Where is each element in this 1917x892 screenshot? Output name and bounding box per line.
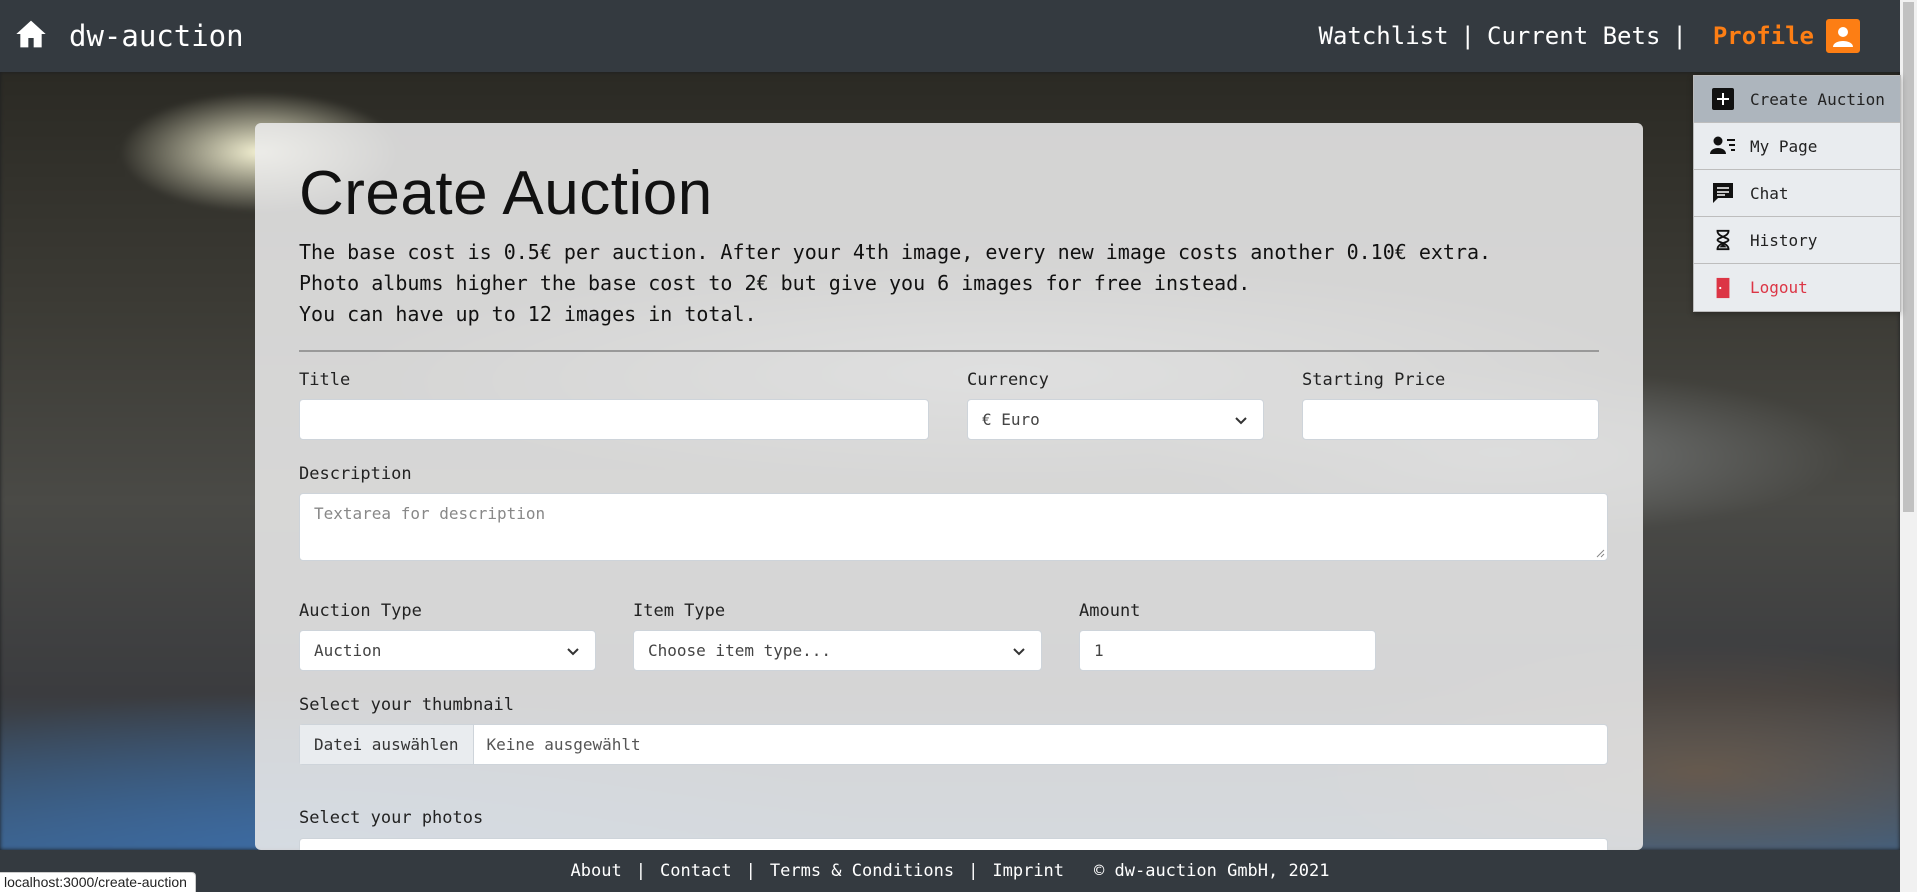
nav-separator: |	[1460, 22, 1475, 50]
profile-dropdown: Create Auction My Page Chat History Logo…	[1693, 75, 1901, 312]
menu-my-page[interactable]: My Page	[1694, 123, 1900, 170]
chevron-down-icon	[1235, 416, 1247, 424]
choose-file-button[interactable]: Datei auswählen	[300, 725, 474, 764]
brand[interactable]: dw-auction	[15, 18, 244, 54]
footer-separator: |	[745, 861, 756, 881]
divider	[299, 350, 1599, 352]
resize-handle-icon	[1596, 549, 1605, 558]
brand-name[interactable]: dw-auction	[69, 19, 244, 53]
description-label: Description	[299, 464, 412, 484]
currency-value: € Euro	[982, 410, 1040, 429]
menu-label: My Page	[1750, 136, 1818, 156]
menu-logout[interactable]: Logout	[1694, 264, 1900, 311]
starting-price-label: Starting Price	[1302, 370, 1446, 390]
starting-price-input[interactable]	[1302, 399, 1599, 440]
menu-label: History	[1750, 230, 1818, 250]
menu-create-auction[interactable]: Create Auction	[1694, 76, 1900, 123]
plus-icon	[1710, 86, 1736, 112]
auction-type-select[interactable]: Auction	[299, 630, 596, 671]
description-textarea[interactable]: Textarea for description	[299, 493, 1608, 561]
item-type-select[interactable]: Choose item type...	[633, 630, 1042, 671]
item-type-label: Item Type	[633, 601, 726, 621]
photos-label: Select your photos	[299, 808, 484, 828]
door-icon	[1710, 275, 1736, 301]
currency-label: Currency	[967, 370, 1049, 390]
chat-icon	[1710, 180, 1736, 206]
footer-copyright: © dw-auction GmbH, 2021	[1094, 861, 1330, 881]
footer-terms[interactable]: Terms & Conditions	[770, 861, 954, 881]
nav-watchlist[interactable]: Watchlist	[1319, 22, 1449, 50]
footer: About | Contact | Terms & Conditions | I…	[0, 850, 1900, 892]
amount-label: Amount	[1079, 601, 1141, 621]
footer-about[interactable]: About	[571, 861, 622, 881]
nav-separator: |	[1672, 22, 1687, 50]
thumbnail-file-input[interactable]: Datei auswählen Keine ausgewählt	[299, 724, 1608, 765]
cost-info: The base cost is 0.5€ per auction. After…	[299, 237, 1599, 330]
auction-type-label: Auction Type	[299, 601, 422, 621]
menu-label: Logout	[1750, 278, 1808, 297]
nav-profile[interactable]: Profile	[1713, 22, 1814, 50]
chevron-down-icon	[1013, 647, 1025, 655]
chevron-down-icon	[567, 647, 579, 655]
thumbnail-label: Select your thumbnail	[299, 695, 514, 715]
footer-contact[interactable]: Contact	[660, 861, 732, 881]
user-list-icon	[1710, 133, 1736, 159]
home-icon[interactable]	[15, 18, 47, 54]
description-placeholder: Textarea for description	[314, 504, 546, 523]
footer-separator: |	[635, 861, 646, 881]
status-bar-url: localhost:3000/create-auction	[0, 872, 196, 892]
profile-avatar-icon[interactable]	[1826, 19, 1860, 53]
page-scrollbar[interactable]	[1900, 0, 1917, 892]
title-label: Title	[299, 370, 351, 390]
menu-label: Chat	[1750, 183, 1789, 203]
menu-label: Create Auction	[1750, 89, 1885, 109]
page-title: Create Auction	[299, 159, 713, 228]
top-navbar: dw-auction Watchlist | Current Bets | Pr…	[0, 0, 1900, 72]
menu-history[interactable]: History	[1694, 217, 1900, 264]
footer-imprint[interactable]: Imprint	[992, 861, 1064, 881]
menu-chat[interactable]: Chat	[1694, 170, 1900, 217]
amount-input[interactable]: 1	[1079, 630, 1376, 671]
cost-info-line: The base cost is 0.5€ per auction. After…	[299, 240, 1492, 264]
title-input[interactable]	[299, 399, 929, 440]
photos-file-input[interactable]	[299, 838, 1608, 850]
auction-type-value: Auction	[314, 641, 382, 660]
nav-current-bets[interactable]: Current Bets	[1487, 22, 1660, 50]
cost-info-line: You can have up to 12 images in total.	[299, 302, 757, 326]
file-status: Keine ausgewählt	[486, 735, 641, 754]
footer-separator: |	[968, 861, 979, 881]
scrollbar-thumb[interactable]	[1903, 2, 1914, 512]
cost-info-line: Photo albums higher the base cost to 2€ …	[299, 271, 1251, 295]
item-type-value: Choose item type...	[648, 641, 832, 660]
hourglass-icon	[1710, 227, 1736, 253]
currency-select[interactable]: € Euro	[967, 399, 1264, 440]
